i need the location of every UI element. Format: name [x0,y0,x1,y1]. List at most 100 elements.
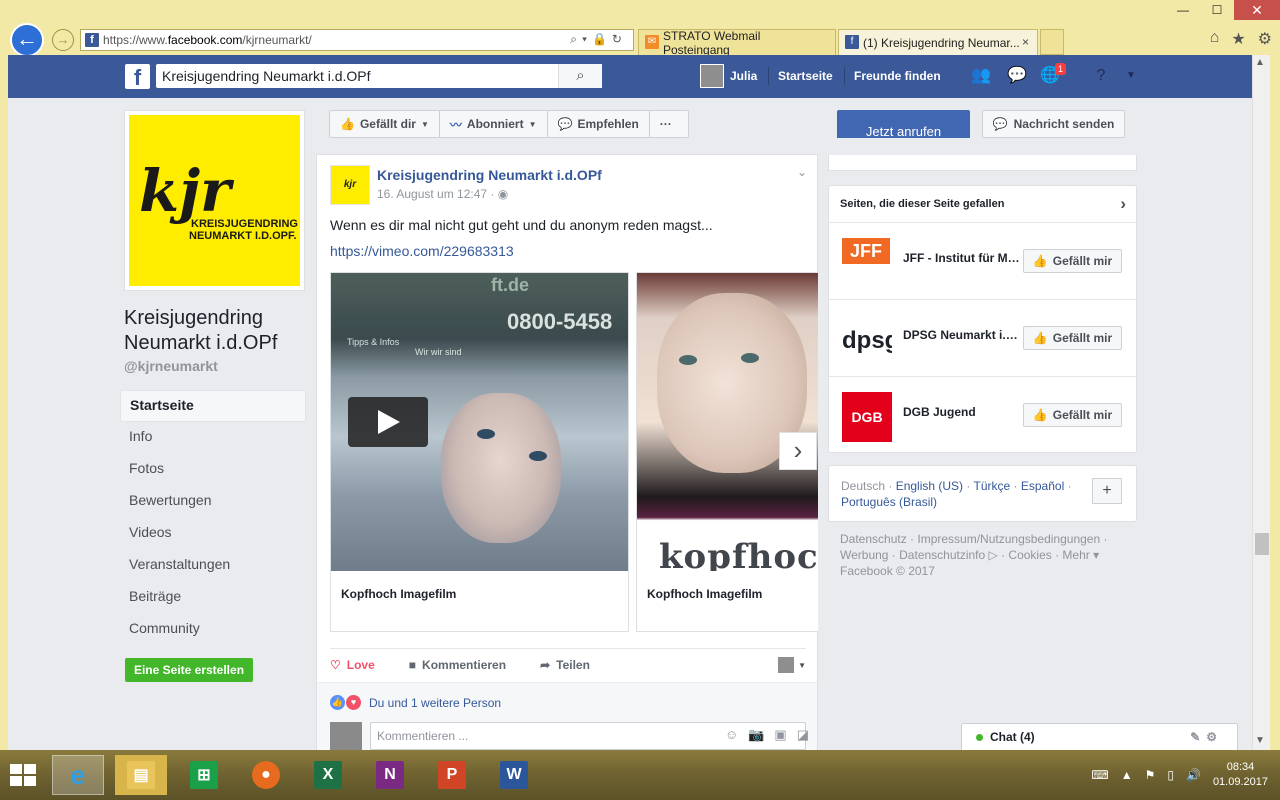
nav-item-reviews[interactable]: Bewertungen [120,486,306,518]
tab-facebook[interactable]: f (1) Kreisjugendring Neumar... × [838,29,1038,55]
chevron-down-icon[interactable]: ▼ [1120,65,1142,87]
home-link[interactable]: Startseite [778,69,833,83]
sticker-icon[interactable]: ◪ [797,727,809,743]
settings-gear-icon[interactable]: ⚙ [1258,29,1272,49]
post-as-selector[interactable]: ▼ [778,657,806,673]
close-window-button[interactable]: ✕ [1234,0,1280,20]
gif-icon[interactable]: ▣ [774,727,786,743]
liked-button[interactable]: 👍 Gefällt dir ▼ [330,111,440,137]
new-tab-button[interactable] [1040,29,1064,55]
post-author-avatar[interactable]: kjr [330,165,370,205]
address-bar[interactable]: f https://www. facebook.com/kjrneumarkt/ … [80,29,634,51]
nav-item-videos[interactable]: Videos [120,518,306,550]
word-icon[interactable]: W [488,755,540,795]
nav-item-info[interactable]: Info [120,422,306,454]
help-icon[interactable]: ? [1090,65,1112,87]
camera-icon[interactable]: 📷 [748,727,764,743]
love-button[interactable]: ♡ Love [330,658,375,672]
home-icon[interactable]: ⌂ [1210,29,1220,49]
emoji-icon[interactable]: ☺ [725,727,738,743]
chat-options-icon[interactable]: ✎⚙ [1190,730,1223,744]
scroll-down-icon[interactable]: ▼ [1255,735,1265,746]
search-icon[interactable]: ⌕ [558,64,602,88]
internet-explorer-icon[interactable]: e [52,755,104,795]
like-page-button[interactable]: 👍 Gefällt mir [1023,403,1122,427]
scroll-up-icon[interactable]: ▲ [1255,57,1265,68]
page-scrollbar[interactable]: ▲ ▼ [1252,55,1270,750]
chat-bar[interactable]: Chat (4) ✎⚙ [961,723,1238,750]
tab-strato[interactable]: ✉ STRATO Webmail Posteingang [638,29,836,57]
keyboard-icon[interactable]: ⌨ [1091,768,1108,782]
like-page-button[interactable]: 👍 Gefällt mir [1023,326,1122,350]
scrollbar-thumb[interactable] [1255,533,1269,555]
language-link[interactable]: Español [1021,479,1064,493]
tray-expand-icon[interactable]: ▲ [1121,768,1133,782]
store-icon[interactable]: ⊞ [178,755,230,795]
volume-icon[interactable]: 🔊 [1186,768,1201,782]
carousel-next-button[interactable]: › [779,432,817,470]
recommend-button[interactable]: 💬 Empfehlen [548,111,650,137]
friend-requests-icon[interactable]: 👥 [970,65,992,87]
chevron-right-icon[interactable]: › [1120,194,1126,214]
comment-button[interactable]: ■ Kommentieren [409,658,506,672]
more-languages-button[interactable]: + [1092,478,1122,504]
nav-item-photos[interactable]: Fotos [120,454,306,486]
footer-line[interactable]: Datenschutz · Impressum/Nutzungsbedingun… [840,531,1130,547]
minimize-button[interactable]: — [1166,0,1200,20]
tab-close-button[interactable]: × [1022,35,1029,49]
language-link[interactable]: Português (Brasil) [841,495,937,509]
liked-page-name[interactable]: JFF - Institut für Medienpädagogik [903,251,1021,265]
language-link[interactable]: Türkçe [974,479,1011,493]
file-explorer-icon[interactable]: ▤ [115,755,167,795]
reactions-summary[interactable]: 👍 ♥ Du und 1 weitere Person [317,682,817,722]
nav-item-posts[interactable]: Beiträge [120,582,306,614]
powerpoint-icon[interactable]: P [426,755,478,795]
nav-item-home[interactable]: Startseite [120,390,306,422]
video-card[interactable]: 0800-5458 ft.de Tipps & Infos Wir wir si… [330,272,629,632]
nav-item-events[interactable]: Veranstaltungen [120,550,306,582]
like-page-button[interactable]: 👍 Gefällt mir [1023,249,1122,273]
clock[interactable]: 08:34 01.09.2017 [1213,760,1268,790]
call-now-button[interactable]: Jetzt anrufen [837,110,970,138]
post-link[interactable]: https://vimeo.com/229683313 [330,243,514,259]
messenger-icon[interactable]: 💬 [1006,65,1028,87]
create-page-button[interactable]: Eine Seite erstellen [125,658,253,682]
send-message-button[interactable]: 💬 Nachricht senden [982,110,1125,138]
liked-page-name[interactable]: DPSG Neumarkt i.d.OPf [903,328,1021,342]
firefox-icon[interactable]: ● [240,755,292,795]
maximize-button[interactable]: ☐ [1200,0,1234,20]
search-input[interactable]: Kreisjugendring Neumarkt i.d.OPf [156,64,602,88]
page-handle[interactable]: @kjrneumarkt [124,358,218,374]
post-options-chevron-icon[interactable]: ⌄ [797,165,807,179]
post-author[interactable]: Kreisjugendring Neumarkt i.d.OPf [377,167,602,183]
windows-start-icon[interactable] [10,764,38,788]
share-button[interactable]: ➦ Teilen [540,658,590,672]
back-button[interactable]: ← [10,23,44,57]
liked-pages-header[interactable]: Seiten, die dieser Seite gefallen › [829,186,1136,223]
language-link[interactable]: English (US) [896,479,963,493]
onenote-icon[interactable]: N [364,755,416,795]
excel-icon[interactable]: X [302,755,354,795]
footer-line[interactable]: Werbung · Datenschutzinfo ▷ · Cookies · … [840,547,1130,563]
favorites-star-icon[interactable]: ★ [1231,29,1245,49]
play-button-icon[interactable] [348,397,428,447]
dpsg-logo[interactable]: dpsg [842,315,892,365]
battery-icon[interactable]: ▯ [1167,768,1174,782]
dgb-logo[interactable]: DGB [842,392,892,442]
follow-button[interactable]: 〰 Abonniert ▼ [440,111,548,137]
address-tools-icon[interactable]: ⌕▾🔒↻ [570,32,627,47]
facebook-logo-icon[interactable]: f [125,64,150,90]
jff-logo[interactable]: JFF [842,238,892,288]
share-arrow-icon: ➦ [540,658,551,672]
page-profile-picture[interactable]: kjr KREISJUGENDRING NEUMARKT I.D.OPF. [124,110,305,291]
eye [679,355,697,365]
find-friends-link[interactable]: Freunde finden [854,69,941,83]
post-timestamp[interactable]: 16. August um 12:47 · ◉ [377,187,508,201]
profile-link[interactable]: Julia [700,64,757,88]
liked-page-name[interactable]: DGB Jugend [903,405,1021,419]
more-button[interactable]: ··· [650,111,682,137]
nav-item-community[interactable]: Community [120,614,306,646]
forward-button[interactable]: → [52,29,74,51]
action-center-icon[interactable]: ⚑ [1145,768,1156,782]
eye [529,451,547,461]
